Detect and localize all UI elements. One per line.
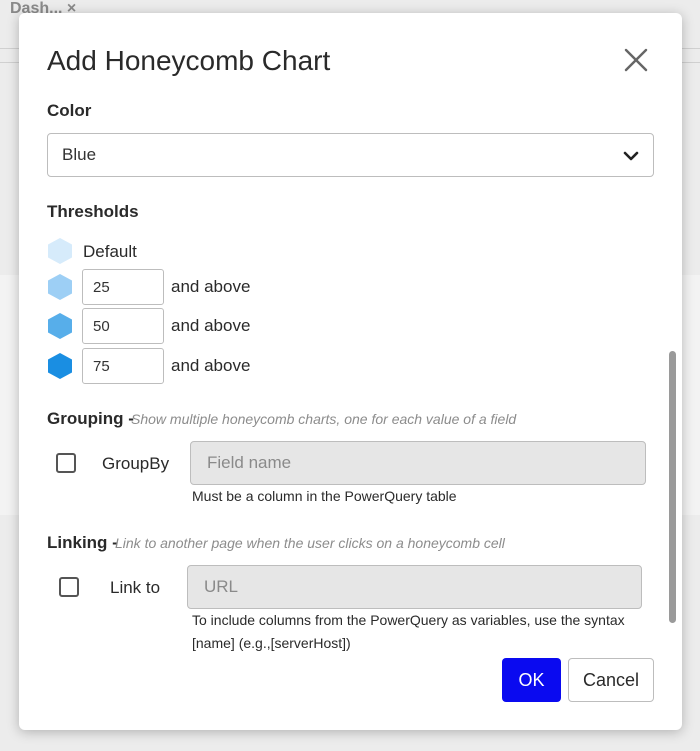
thresholds-label: Thresholds [47,202,139,221]
link-to-label: Link to [110,578,161,597]
color-select[interactable]: Blue [47,133,654,177]
hexagon-icon [47,312,73,340]
link-to-checkbox[interactable] [59,577,79,597]
groupby-help-text: Must be a column in the PowerQuery table [192,488,457,504]
threshold-input-3[interactable]: 75 [82,348,164,384]
linking-hint: Link to another page when the user click… [115,535,505,551]
link-help-text-2: [name] (e.g.,[serverHost]) [192,635,351,651]
threshold-default-label: Default [83,242,137,261]
groupby-checkbox[interactable] [56,453,76,473]
linking-label: Linking - [47,533,118,552]
threshold-suffix: and above [171,277,251,296]
threshold-input-2[interactable]: 50 [82,308,164,344]
hexagon-icon [47,273,73,301]
scrollbar[interactable] [669,351,676,623]
threshold-suffix: and above [171,316,251,335]
ok-button[interactable]: OK [502,658,561,702]
dialog-title: Add Honeycomb Chart [47,45,331,76]
threshold-input-1[interactable]: 25 [82,269,164,305]
chevron-down-icon [623,148,639,169]
link-help-text-1: To include columns from the PowerQuery a… [192,612,625,628]
grouping-hint: Show multiple honeycomb charts, one for … [131,411,517,427]
url-input[interactable]: URL [187,565,642,609]
hexagon-icon [47,352,73,380]
color-label: Color [47,101,92,120]
add-honeycomb-dialog: Add Honeycomb Chart Color Blue Threshold… [19,13,682,730]
grouping-label: Grouping - [47,409,134,428]
groupby-field-input[interactable]: Field name [190,441,646,485]
groupby-label: GroupBy [102,454,170,473]
hexagon-icon [47,237,73,265]
threshold-suffix: and above [171,356,251,375]
cancel-button[interactable]: Cancel [568,658,654,702]
close-icon[interactable] [619,43,653,77]
color-select-value: Blue [62,145,97,164]
